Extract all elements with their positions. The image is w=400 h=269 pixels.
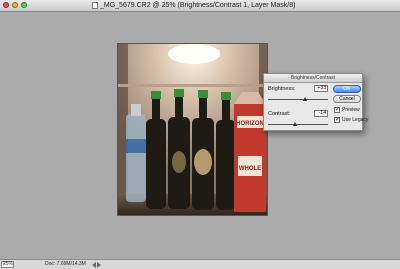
- contrast-slider-thumb[interactable]: [292, 122, 297, 126]
- preview-checkbox[interactable]: ✓: [334, 107, 340, 113]
- document-info[interactable]: Doc: 7.69M/14.3M: [45, 261, 86, 268]
- document-proxy-icon[interactable]: [92, 2, 98, 9]
- brightness-slider-thumb[interactable]: [303, 97, 308, 101]
- zoom-level-field[interactable]: 25%: [1, 261, 14, 268]
- minimize-window-button[interactable]: [12, 2, 18, 8]
- use-legacy-checkbox[interactable]: ✓: [334, 117, 340, 123]
- fridge-light: [168, 44, 220, 64]
- contrast-input[interactable]: -14: [314, 110, 328, 117]
- brightness-slider-track[interactable]: [268, 99, 328, 100]
- cancel-button[interactable]: Cancel: [333, 95, 361, 103]
- carton-label-text: WHOLE: [239, 166, 261, 172]
- brightness-label: Brightness:: [268, 86, 296, 92]
- window-title-bar: _MG_5679.CR2 @ 25% (Brightness/Contrast …: [0, 0, 400, 12]
- brightness-contrast-dialog: Brightness/Contrast Brightness: +33 Cont…: [263, 73, 368, 131]
- contrast-label: Contrast:: [268, 111, 291, 117]
- preview-label: Preview: [342, 107, 360, 113]
- checkmark-icon: ✓: [335, 107, 341, 113]
- status-bar: 25% Doc: 7.69M/14.3M: [0, 259, 400, 269]
- window-title: _MG_5679.CR2 @ 25% (Brightness/Contrast …: [100, 2, 296, 9]
- fridge-photo-image: HORIZON WHOLE: [118, 44, 267, 215]
- zoom-window-button[interactable]: [21, 2, 27, 8]
- brightness-input[interactable]: +33: [314, 85, 328, 92]
- milk-carton: [234, 92, 266, 212]
- contrast-slider-track[interactable]: [268, 124, 328, 125]
- water-bottle: [126, 104, 146, 202]
- ok-button[interactable]: OK: [333, 85, 361, 93]
- fridge-photo[interactable]: HORIZON WHOLE: [117, 43, 268, 216]
- arrow-right-icon[interactable]: [97, 262, 101, 268]
- dialog-title: Brightness/Contrast: [264, 74, 362, 83]
- use-legacy-label: Use Legacy: [342, 117, 369, 123]
- checkmark-icon: ✓: [335, 117, 341, 123]
- carton-brand-text: HORIZON: [236, 121, 264, 127]
- arrow-left-icon[interactable]: [92, 262, 96, 268]
- close-window-button[interactable]: [3, 2, 9, 8]
